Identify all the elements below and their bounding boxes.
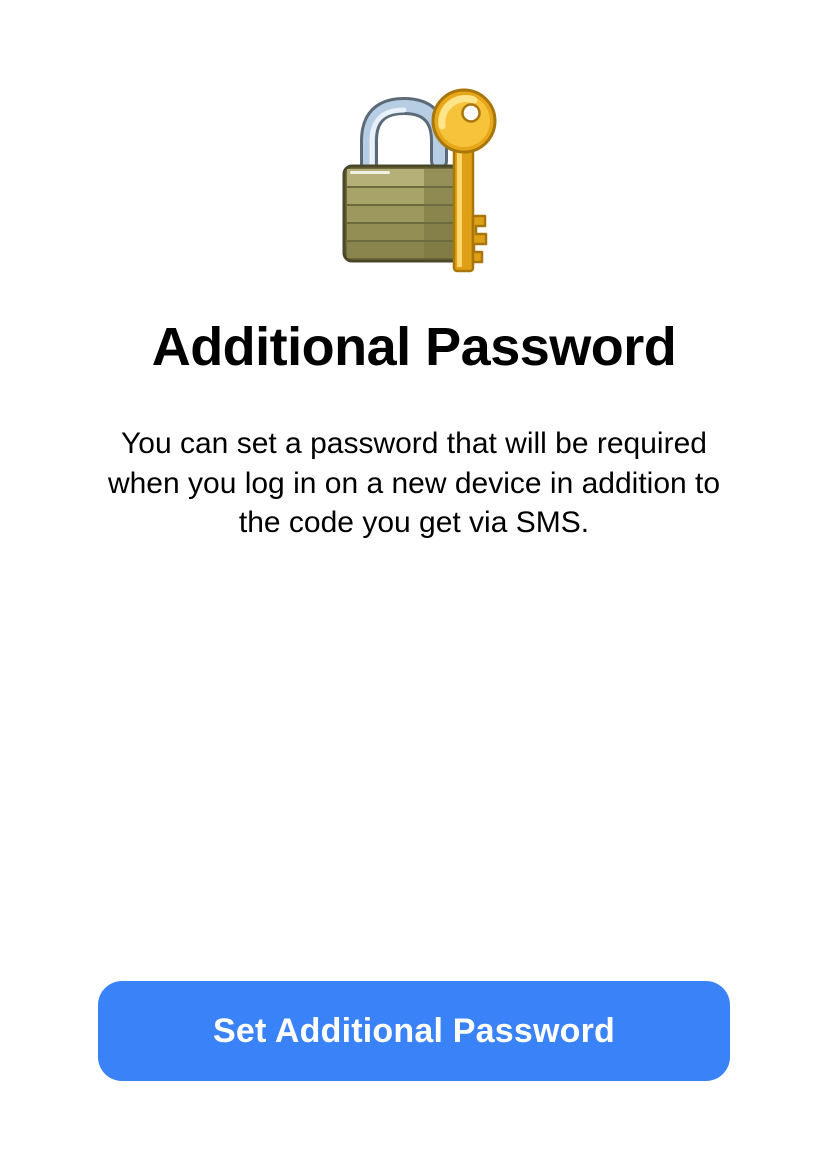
set-additional-password-button[interactable]: Set Additional Password <box>98 981 730 1081</box>
padlock-with-key-icon <box>314 86 514 286</box>
page-description: You can set a password that will be requ… <box>84 424 744 543</box>
content-area: Additional Password You can set a passwo… <box>0 0 828 543</box>
page-title: Additional Password <box>152 316 677 378</box>
